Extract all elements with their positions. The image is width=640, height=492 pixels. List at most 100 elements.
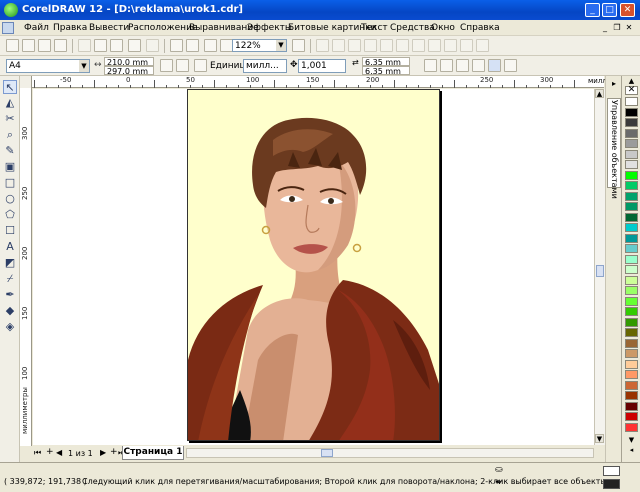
color-swatch[interactable] (625, 422, 638, 432)
palette-expand-icon[interactable]: ◂ (625, 446, 638, 454)
save-icon[interactable] (38, 39, 51, 52)
ungroup-icon[interactable] (396, 39, 409, 52)
add-page-after-icon[interactable]: + (110, 447, 118, 457)
chevron-down-icon[interactable]: ▼ (276, 40, 286, 51)
color-swatch[interactable] (625, 212, 638, 222)
interactive-fill-icon[interactable]: ◈ (3, 320, 17, 334)
vertical-scroll-thumb[interactable] (596, 265, 604, 277)
vertical-scrollbar[interactable]: ▲ ▼ (594, 89, 605, 445)
options-icon[interactable] (456, 59, 469, 72)
horizontal-scroll-thumb[interactable] (321, 449, 333, 457)
page-tab[interactable]: Страница 1 (122, 446, 184, 460)
treat-as-filled-icon[interactable] (424, 59, 437, 72)
close-button[interactable]: ✕ (620, 3, 635, 17)
color-swatch[interactable] (625, 328, 638, 337)
to-front-icon[interactable] (444, 39, 457, 52)
text-tool-icon[interactable]: A (3, 240, 17, 254)
color-swatch[interactable] (625, 139, 638, 148)
export-icon[interactable] (186, 39, 199, 52)
convert-to-curves-icon[interactable] (476, 39, 489, 52)
portrait-artwork[interactable] (188, 90, 440, 441)
app-launcher-icon[interactable] (204, 39, 217, 52)
coreldraw-app-icon[interactable] (4, 3, 18, 17)
paste-icon[interactable] (110, 39, 123, 52)
chevron-down-icon[interactable]: ▼ (79, 60, 89, 72)
all-pages-icon[interactable] (194, 59, 207, 72)
color-swatch[interactable] (625, 338, 638, 348)
color-swatch[interactable] (625, 401, 638, 411)
group-icon[interactable] (380, 39, 393, 52)
basic-shapes-icon[interactable]: ☐ (3, 224, 17, 238)
color-swatch[interactable] (625, 286, 638, 295)
drawing-window[interactable] (33, 89, 594, 445)
color-swatch[interactable] (625, 160, 638, 169)
color-swatch[interactable] (625, 233, 638, 243)
menu-view[interactable]: Вывести (89, 23, 129, 33)
page[interactable] (187, 89, 440, 441)
outline-color-indicator[interactable] (603, 479, 620, 489)
color-swatch[interactable] (625, 118, 638, 127)
menu-file[interactable]: Файл (24, 23, 49, 33)
first-page-icon[interactable]: ⏮ (34, 448, 41, 458)
menu-effects[interactable]: Эффекты (247, 23, 292, 33)
snap-objects-icon[interactable] (472, 59, 485, 72)
color-swatch[interactable] (625, 296, 638, 306)
color-swatch[interactable] (625, 265, 638, 274)
smart-fill-icon[interactable]: ▣ (3, 160, 17, 174)
docker-tab-label[interactable]: Управление объектами (610, 100, 619, 199)
copy-icon[interactable] (94, 39, 107, 52)
outline-tool-icon[interactable]: ✒ (3, 288, 17, 302)
color-swatch[interactable] (625, 202, 638, 211)
fill-tool-icon[interactable]: ◆ (3, 304, 17, 318)
color-swatch[interactable] (625, 349, 638, 358)
open-icon[interactable] (22, 39, 35, 52)
menu-text[interactable]: Текст (361, 23, 388, 33)
menu-tools[interactable]: Средства (390, 23, 435, 33)
menu-window[interactable]: Окно (431, 23, 455, 33)
print-icon[interactable] (54, 39, 67, 52)
maximize-button[interactable]: □ (602, 3, 617, 17)
doc-close-button[interactable]: ✕ (624, 23, 634, 33)
nudge-distance-field[interactable]: 1,001 mm (298, 59, 346, 84)
menu-arrange[interactable]: Расположение (128, 23, 197, 33)
page-height-field[interactable]: 297.0 mm (104, 66, 154, 76)
color-swatch[interactable] (625, 412, 638, 421)
pick-tool-icon[interactable]: ↖ (3, 80, 17, 94)
minimize-button[interactable]: _ (585, 3, 600, 17)
redo-icon[interactable] (146, 39, 159, 52)
duplicate-y-field[interactable]: 6.35 mm (362, 66, 410, 76)
vertical-ruler[interactable]: 300 250 200 150 100 миллиметры (20, 88, 32, 446)
color-swatch[interactable] (625, 181, 638, 190)
color-swatch[interactable] (625, 107, 638, 117)
doc-minimize-button[interactable]: _ (600, 23, 610, 33)
auto-close-icon[interactable] (504, 59, 517, 72)
color-swatch[interactable] (625, 149, 638, 159)
no-color-swatch[interactable]: ✕ (625, 86, 638, 95)
color-swatch[interactable] (625, 307, 638, 316)
color-swatch[interactable] (625, 254, 638, 264)
page-size-select[interactable]: A4 ▼ (6, 59, 90, 73)
combine-icon[interactable] (412, 39, 425, 52)
snap-to-grid-icon[interactable] (292, 39, 305, 52)
palette-scroll-down-icon[interactable]: ▼ (625, 436, 638, 444)
color-swatch[interactable] (625, 97, 638, 106)
menu-help[interactable]: Справка (460, 23, 500, 33)
to-back-icon[interactable] (460, 39, 473, 52)
units-select[interactable]: милл... (243, 59, 287, 73)
polygon-tool-icon[interactable]: ⬠ (3, 208, 17, 222)
doc-restore-button[interactable]: ❐ (612, 23, 622, 33)
horizontal-scrollbar[interactable] (186, 448, 594, 458)
rectangle-tool-icon[interactable]: □ (3, 176, 17, 190)
edit-across-layers-icon[interactable] (440, 59, 453, 72)
portrait-icon[interactable] (160, 59, 173, 72)
color-swatch[interactable] (625, 370, 638, 379)
crop-tool-icon[interactable]: ✂ (3, 112, 17, 126)
color-swatch[interactable] (625, 317, 638, 327)
color-swatch[interactable] (625, 223, 638, 232)
duplicate-x-field[interactable]: 6.35 mm (362, 57, 410, 67)
color-swatch[interactable] (625, 359, 638, 369)
landscape-icon[interactable] (176, 59, 189, 72)
zoom-tool-icon[interactable]: ⌕ (3, 128, 17, 142)
color-swatch[interactable] (625, 391, 638, 400)
scroll-up-icon[interactable]: ▲ (595, 89, 604, 98)
